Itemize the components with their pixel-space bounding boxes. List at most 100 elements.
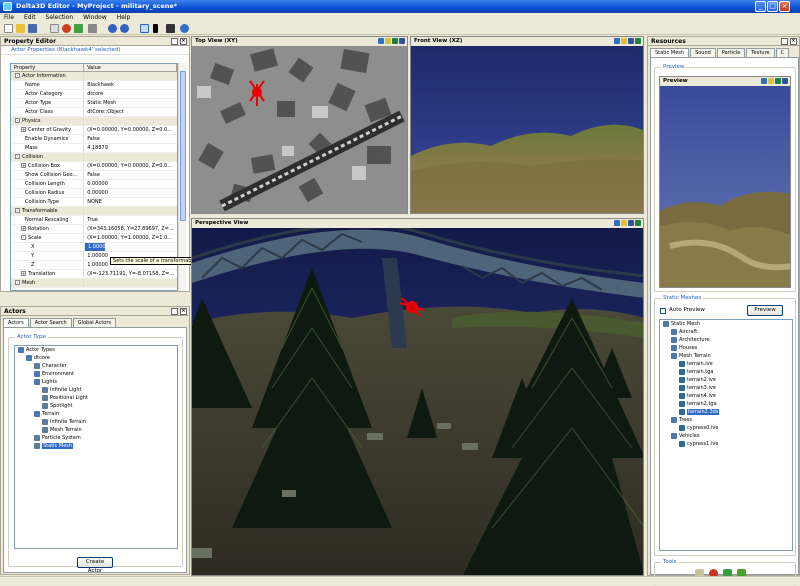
collapse-icon[interactable]: - bbox=[15, 208, 20, 213]
property-row[interactable]: Normal Rescaling True bbox=[11, 216, 177, 225]
property-value[interactable]: True bbox=[84, 216, 177, 224]
collapse-icon[interactable]: - bbox=[15, 154, 20, 159]
property-value[interactable]: Blackhawk bbox=[84, 81, 177, 89]
property-value[interactable]: dtCore::Object bbox=[84, 108, 177, 116]
menu-help[interactable]: Help bbox=[113, 13, 135, 23]
cut-icon[interactable] bbox=[50, 24, 59, 33]
view-mode-icon[interactable] bbox=[392, 38, 398, 44]
tab-texture[interactable]: Texture bbox=[746, 48, 775, 57]
property-row[interactable]: - Collision bbox=[11, 153, 177, 162]
camera-icon[interactable] bbox=[140, 24, 149, 33]
float-panel-icon[interactable] bbox=[171, 38, 178, 45]
actor-tree-node[interactable]: Terrain bbox=[15, 410, 177, 418]
perspective-view[interactable]: Perspective View bbox=[191, 218, 644, 576]
property-value[interactable]: 0.00000 bbox=[84, 189, 177, 197]
undo-icon[interactable] bbox=[108, 24, 117, 33]
menu-selection[interactable]: Selection bbox=[42, 13, 78, 23]
collapse-icon[interactable]: - bbox=[15, 280, 20, 285]
view-mode-icon[interactable] bbox=[628, 220, 634, 226]
scrollbar-thumb[interactable] bbox=[180, 71, 186, 221]
menu-window[interactable]: Window bbox=[79, 13, 111, 23]
new-icon[interactable] bbox=[4, 24, 13, 33]
actor-tree-node[interactable]: Static Mesh bbox=[15, 442, 177, 450]
property-value[interactable]: (X=1.00000, Y=1.00000, Z=1.0... bbox=[84, 234, 177, 242]
value-column-header[interactable]: Value bbox=[84, 64, 177, 71]
property-row[interactable]: Show Collision Geo... False bbox=[11, 171, 177, 180]
property-row[interactable]: + Center of Gravity (X=0.00000, Y=0.00000,… bbox=[11, 126, 177, 135]
actor-type-tree[interactable]: Actor Types dtcore Character Environment Lig… bbox=[14, 345, 178, 549]
property-row[interactable]: + Translation (X=-123.71191, Y=-8.07158, Z… bbox=[11, 270, 177, 279]
auto-preview-checkbox[interactable] bbox=[660, 308, 666, 314]
property-row[interactable]: Actor Category dtcore bbox=[11, 90, 177, 99]
mesh-tree-node[interactable]: terrain3.ive bbox=[660, 384, 792, 392]
property-row[interactable]: + Collision Box (X=0.00000, Y=0.00000, Z=0… bbox=[11, 162, 177, 171]
view-mode-icon[interactable] bbox=[385, 38, 391, 44]
mesh-tree-node[interactable]: Houses bbox=[660, 344, 792, 352]
tab-global-actors[interactable]: Global Actors bbox=[72, 318, 117, 327]
expand-icon[interactable]: + bbox=[21, 271, 26, 276]
view-mode-icon[interactable] bbox=[621, 220, 627, 226]
property-row[interactable]: - Mesh bbox=[11, 279, 177, 288]
select-icon[interactable] bbox=[153, 24, 158, 33]
property-row[interactable]: Name Blackhawk bbox=[11, 81, 177, 90]
mesh-tree-node[interactable]: Trees bbox=[660, 416, 792, 424]
close-panel-icon[interactable]: × bbox=[180, 38, 187, 45]
person-icon[interactable] bbox=[88, 24, 97, 33]
actor-tree-node[interactable]: Environment bbox=[15, 370, 177, 378]
add-icon[interactable] bbox=[74, 24, 83, 33]
property-row[interactable]: Mass 4.18879 bbox=[11, 144, 177, 153]
property-value[interactable]: 4.18879 bbox=[84, 144, 177, 152]
float-panel-icon[interactable] bbox=[781, 38, 788, 45]
menu-file[interactable]: File bbox=[0, 13, 18, 23]
mesh-tree-node[interactable]: Architecture bbox=[660, 336, 792, 344]
property-value[interactable]: Static Mesh bbox=[84, 99, 177, 107]
property-row[interactable]: - Physics bbox=[11, 117, 177, 126]
property-row[interactable]: - Scale (X=1.00000, Y=1.00000, Z=1.0... bbox=[11, 234, 177, 243]
close-panel-icon[interactable]: × bbox=[180, 308, 187, 315]
property-row[interactable]: + Rotation (X=343.16058, Y=27.89697, Z=... bbox=[11, 225, 177, 234]
expand-icon[interactable]: + bbox=[21, 226, 26, 231]
top-view[interactable]: Top View (XY) bbox=[191, 36, 408, 214]
actor-tree-node[interactable]: Particle System bbox=[15, 434, 177, 442]
static-mesh-tree[interactable]: Static Mesh Aircraft Architecture Houses Mes… bbox=[659, 319, 793, 551]
view-camera-icon[interactable] bbox=[614, 38, 620, 44]
property-row[interactable]: Actor Type Static Mesh bbox=[11, 99, 177, 108]
property-row[interactable]: Collision Radius 0.00000 bbox=[11, 189, 177, 198]
actor-tree-node[interactable]: dtcore bbox=[15, 354, 177, 362]
property-value[interactable]: (X=0.00000, Y=0.00000, Z=0.0... bbox=[84, 126, 177, 134]
mesh-tree-node[interactable]: Mesh Terrain bbox=[660, 352, 792, 360]
mesh-tree-node[interactable]: Static Mesh bbox=[660, 320, 792, 328]
collapse-icon[interactable]: - bbox=[15, 73, 20, 78]
property-value[interactable]: NONE bbox=[84, 198, 177, 206]
view-camera-icon[interactable] bbox=[761, 78, 767, 84]
mesh-tree-node[interactable]: terrain.ive bbox=[660, 360, 792, 368]
actor-tree-node[interactable]: Actor Types bbox=[15, 346, 177, 354]
actor-tree-node[interactable]: Infinite Terrain bbox=[15, 418, 177, 426]
collapse-icon[interactable]: - bbox=[21, 235, 26, 240]
property-value[interactable]: (X=0.00000, Y=0.00000, Z=0.0... bbox=[84, 162, 177, 170]
tab-character[interactable]: C bbox=[775, 48, 790, 57]
view-mode-icon[interactable] bbox=[782, 78, 788, 84]
view-mode-icon[interactable] bbox=[399, 38, 405, 44]
expand-icon[interactable]: + bbox=[21, 163, 26, 168]
close-button[interactable]: × bbox=[779, 1, 790, 12]
redo-icon[interactable] bbox=[120, 24, 129, 33]
actor-tree-node[interactable]: Lights bbox=[15, 378, 177, 386]
property-row[interactable]: Collision Type NONE bbox=[11, 198, 177, 207]
mesh-tree-node[interactable]: Aircraft bbox=[660, 328, 792, 336]
actor-tree-node[interactable]: Infinite Light bbox=[15, 386, 177, 394]
actor-tree-node[interactable]: Character bbox=[15, 362, 177, 370]
property-column-header[interactable]: Property bbox=[11, 64, 85, 71]
view-mode-icon[interactable] bbox=[768, 78, 774, 84]
property-row[interactable]: X 1.0000 bbox=[11, 243, 177, 252]
mesh-tree-node[interactable]: cypress1.ive bbox=[660, 440, 792, 448]
mesh-tree-node[interactable]: terrain2.ive bbox=[660, 376, 792, 384]
menu-edit[interactable]: Edit bbox=[20, 13, 40, 23]
property-value[interactable]: (X=343.16058, Y=27.89697, Z=... bbox=[84, 225, 177, 233]
actor-tree-node[interactable]: Spotlight bbox=[15, 402, 177, 410]
tab-static-mesh[interactable]: Static Mesh bbox=[650, 48, 690, 57]
actor-tree-node[interactable]: Mesh Terrain bbox=[15, 426, 177, 434]
mesh-tree-node[interactable]: terrain4.ive bbox=[660, 392, 792, 400]
create-actor-button[interactable]: Create Actor bbox=[77, 557, 113, 574]
property-value[interactable]: 0.00000 bbox=[84, 180, 177, 188]
